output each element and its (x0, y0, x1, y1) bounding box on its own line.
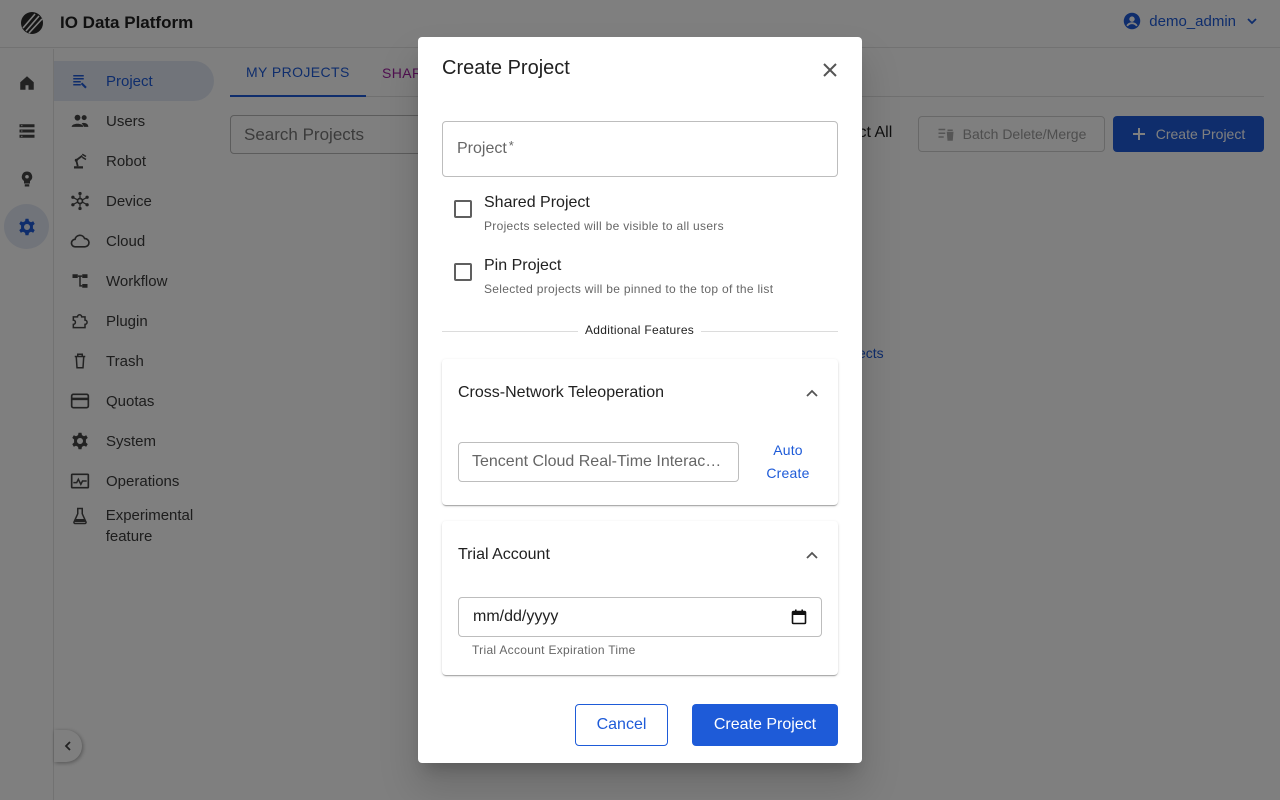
chevron-up-icon[interactable] (804, 385, 820, 401)
pin-project-label: Pin Project (484, 257, 562, 274)
cancel-button[interactable]: Cancel (575, 704, 668, 746)
pin-project-checkbox[interactable] (454, 263, 472, 281)
trial-account-panel: Trial Account mm/dd/yyyy Trial Account E… (442, 521, 838, 675)
shared-project-help: Projects selected will be visible to all… (484, 219, 724, 233)
trial-expiration-helper: Trial Account Expiration Time (472, 643, 636, 657)
dialog-title: Create Project (442, 57, 570, 79)
trial-account-panel-title[interactable]: Trial Account (458, 546, 550, 564)
teleoperation-panel: Cross-Network Teleoperation Tencent Clou… (442, 359, 838, 505)
close-dialog-button[interactable] (816, 56, 844, 84)
tencent-rtc-input[interactable]: Tencent Cloud Real-Time Interac… (458, 442, 739, 482)
project-field-label: Project (457, 140, 507, 157)
teleoperation-panel-title[interactable]: Cross-Network Teleoperation (458, 384, 664, 402)
pin-project-help: Selected projects will be pinned to the … (484, 282, 774, 296)
date-placeholder: mm/dd/yyyy (473, 608, 559, 625)
additional-features-label: Additional Features (578, 323, 702, 337)
shared-project-checkbox[interactable] (454, 200, 472, 218)
project-name-field[interactable]: Project * (442, 121, 838, 177)
submit-create-project-button[interactable]: Create Project (692, 704, 838, 746)
auto-create-line1: Auto (773, 442, 803, 458)
chevron-up-icon[interactable] (804, 547, 820, 563)
create-project-dialog: Create Project Project * Shared Project P… (418, 37, 862, 763)
shared-project-label: Shared Project (484, 194, 590, 211)
required-mark: * (508, 137, 514, 153)
auto-create-line2: Create (766, 465, 810, 481)
auto-create-button[interactable]: Auto Create (760, 439, 816, 485)
trial-expiration-date-input[interactable]: mm/dd/yyyy (458, 597, 822, 637)
close-icon (822, 62, 838, 78)
calendar-icon[interactable] (791, 609, 807, 625)
